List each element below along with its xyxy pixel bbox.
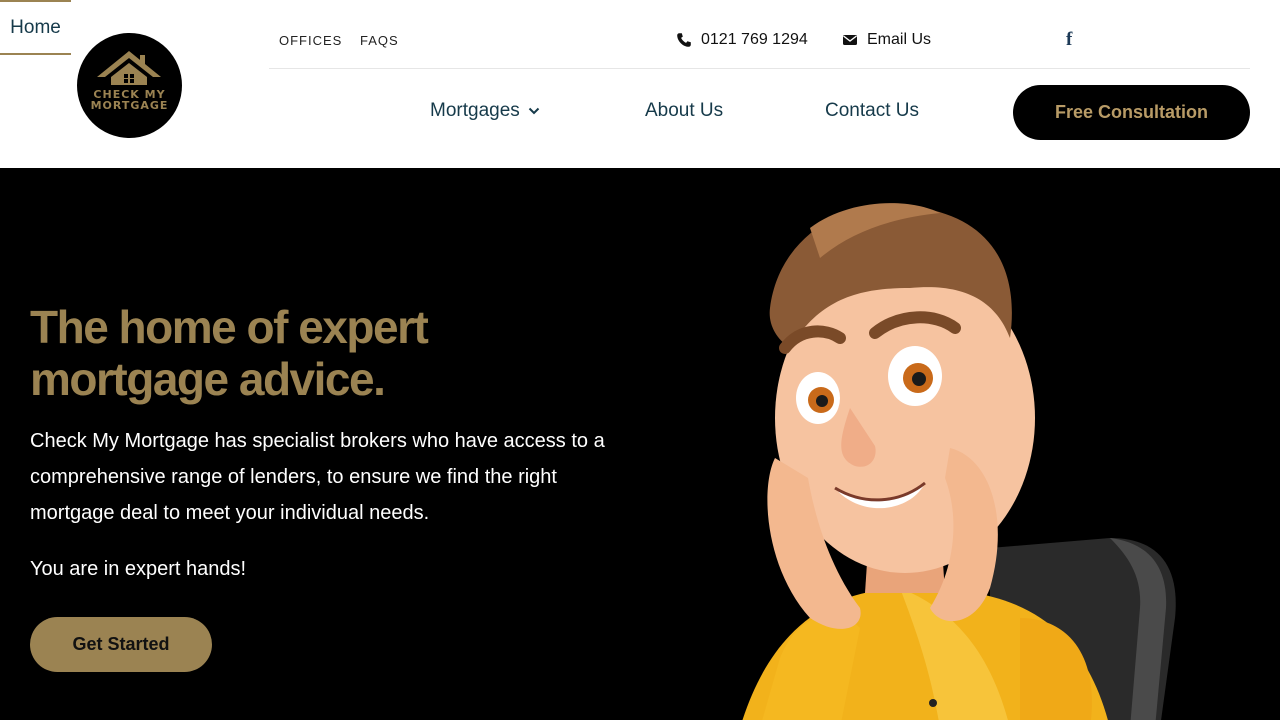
facebook-icon[interactable]: f [1066,29,1080,51]
offices-link[interactable]: OFFICES [279,33,342,48]
site-logo[interactable]: CHECK MY MORTGAGE [77,33,182,138]
site-header: CHECK MY MORTGAGE OFFICES FAQS 0121 769 … [0,0,1280,168]
hero-section: The home of expert mortgage advice. Chec… [0,168,1280,720]
phone-icon [677,33,691,47]
get-started-button[interactable]: Get Started [30,617,212,672]
phone-number: 0121 769 1294 [701,31,808,48]
nav-mortgages[interactable]: Mortgages [430,100,540,122]
hero-description: Check My Mortgage has specialist brokers… [30,430,605,524]
nav-about[interactable]: About Us [645,100,723,122]
nav-home[interactable]: Home [0,0,71,55]
free-consultation-button[interactable]: Free Consultation [1013,85,1250,140]
header-divider [269,68,1250,69]
nav-mortgages-label: Mortgages [430,100,520,121]
email-link[interactable]: Email Us [842,29,931,51]
phone-link[interactable]: 0121 769 1294 [676,29,808,51]
nav-contact[interactable]: Contact Us [825,100,919,122]
hero-title: The home of expert mortgage advice. [30,301,429,405]
cartoon-man-illustration [742,203,1176,720]
logo-text: MORTGAGE [90,99,169,112]
chevron-down-icon [528,107,539,115]
faqs-link[interactable]: FAQS [360,33,399,48]
email-label: Email Us [867,31,932,48]
hero-tagline: You are in expert hands! [30,558,247,580]
envelope-icon [843,35,857,45]
house-roof-icon [97,51,161,85]
